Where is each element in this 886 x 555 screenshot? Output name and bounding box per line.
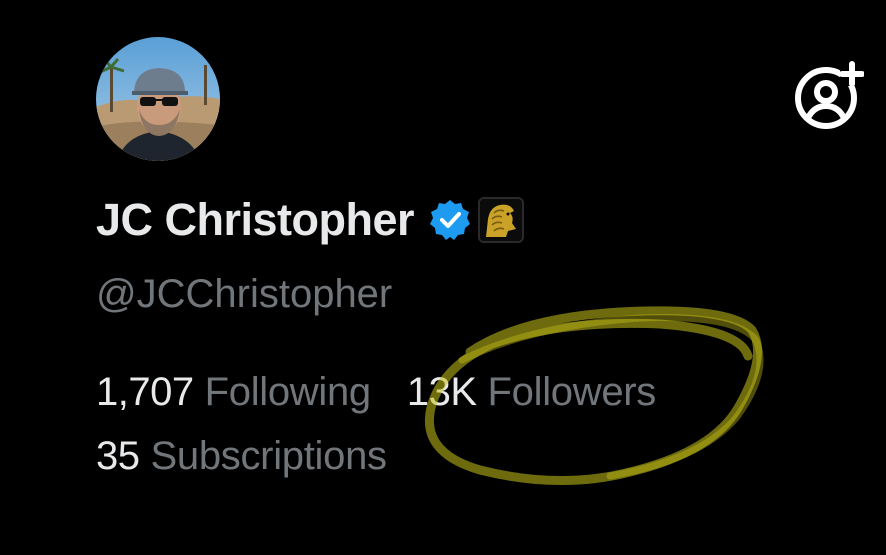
- name-row: JC Christopher: [96, 190, 525, 250]
- stats-row: 1,707 Following 13K Followers: [96, 364, 656, 420]
- profile-avatar[interactable]: [96, 37, 220, 161]
- verified-badge-icon[interactable]: [428, 198, 472, 242]
- avatar-photo: [96, 37, 220, 161]
- display-name: JC Christopher: [96, 194, 415, 245]
- following-label: Following: [204, 369, 372, 414]
- lion-icon: [480, 199, 523, 241]
- followers-label: Followers: [487, 369, 657, 414]
- subscriptions-count: 35: [96, 433, 140, 478]
- following-count: 1,707: [96, 369, 194, 414]
- person-add-icon: [795, 61, 865, 129]
- follow-button[interactable]: [792, 60, 865, 132]
- followers-count: 13K: [406, 369, 477, 414]
- subscriptions-label: Subscriptions: [150, 433, 388, 478]
- followers-stat[interactable]: 13K Followers: [407, 370, 656, 415]
- subscriptions-row: 35 Subscriptions: [96, 428, 387, 484]
- profile-handle: @JCChristopher: [96, 272, 393, 316]
- gold-lion-badge-icon[interactable]: [478, 197, 525, 243]
- following-stat[interactable]: 1,707 Following: [96, 370, 371, 415]
- subscriptions-stat[interactable]: 35 Subscriptions: [96, 434, 387, 479]
